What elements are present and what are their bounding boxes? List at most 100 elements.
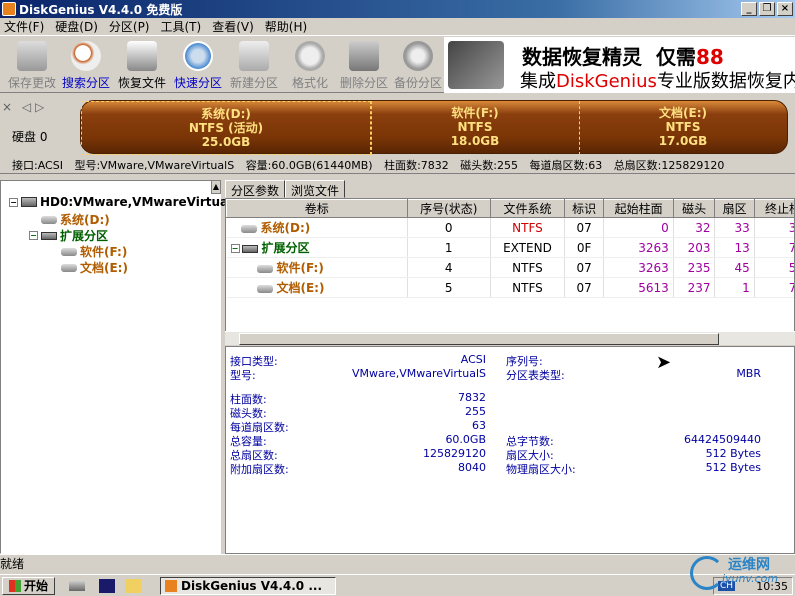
col-start-sector[interactable]: 扇区 — [714, 199, 755, 218]
tree-node-system[interactable]: 系统(D:) — [41, 211, 110, 228]
table-row[interactable]: 系统(D:) 0 NTFS 07 0 32 33 3263 203 — [226, 217, 794, 238]
delete-partition-button[interactable]: 删除分区 — [336, 39, 392, 91]
minimize-button[interactable]: _ — [741, 2, 757, 16]
detail-value: 7832 — [458, 391, 486, 404]
disk-info-line: 接口:ACSI 型号:VMware,VMwareVirtualS 容量:60.0… — [12, 159, 725, 172]
format-button[interactable]: 格式化 — [282, 39, 338, 91]
cell-fs: NTFS — [490, 277, 566, 298]
table-row[interactable]: 软件(F:) 4 NTFS 07 3263 235 45 5613 204 — [226, 257, 794, 278]
detail-value: 63 — [472, 419, 486, 432]
menu-disk[interactable]: 硬盘(D) — [51, 18, 105, 35]
app-icon — [2, 2, 16, 16]
taskbar: 开始 DiskGenius V4.4.0 ... CH 10:35 — [0, 574, 795, 596]
cell-name: 系统(D:) — [226, 217, 408, 238]
tab-partition-params[interactable]: 分区参数 — [225, 180, 286, 198]
menu-file[interactable]: 文件(F) — [0, 18, 51, 35]
cell-start-cyl: 0 — [603, 217, 674, 238]
partition-block-software[interactable]: 软件(F:) NTFS 18.0GB — [371, 101, 579, 155]
window-controls: _ ❐ × — [741, 2, 793, 16]
quick-partition-icon — [183, 41, 213, 71]
cell-fs: NTFS — [490, 257, 566, 278]
recover-icon — [127, 41, 157, 71]
tree-node-disk[interactable]: − HD0:VMware,VMwareVirtualS — [9, 195, 241, 209]
partition-block-documents[interactable]: 文档(E:) NTFS 17.0GB — [579, 101, 787, 155]
table-header-row: 卷标 序号(状态) 文件系统 标识 起始柱面 磁头 扇区 终止柱面 磁头 — [226, 199, 794, 218]
recover-file-button[interactable]: 恢复文件 — [114, 39, 170, 91]
tree-node-software[interactable]: 软件(F:) — [61, 243, 127, 260]
collapse-icon[interactable]: − — [230, 244, 240, 253]
disk-label: 硬盘 0 — [12, 130, 48, 144]
table-row[interactable]: 文档(E:) 5 NTFS 07 5613 237 1 7832 127 — [226, 277, 794, 298]
close-button[interactable]: × — [777, 2, 793, 16]
search-partition-button[interactable]: 搜索分区 — [58, 39, 114, 91]
cell-id: 07 — [564, 277, 605, 298]
partition-table: 卷标 序号(状态) 文件系统 标识 起始柱面 磁头 扇区 终止柱面 磁头 系统(… — [225, 198, 795, 344]
table-horizontal-scrollbar[interactable] — [225, 331, 795, 345]
restore-button[interactable]: ❐ — [759, 2, 775, 16]
close-small-icon[interactable]: × — [2, 100, 12, 114]
search-icon — [71, 41, 101, 71]
tree-scroll-up-icon[interactable]: ▲ — [211, 180, 221, 194]
detail-value: 255 — [465, 405, 486, 418]
menu-partition[interactable]: 分区(P) — [105, 18, 157, 35]
collapse-icon[interactable]: − — [29, 231, 38, 240]
tab-browse-files[interactable]: 浏览文件 — [285, 180, 346, 198]
backup-partition-button[interactable]: 备份分区 — [390, 39, 446, 91]
window-title: DiskGenius V4.4.0 免费版 — [19, 2, 183, 17]
collapse-icon[interactable]: − — [9, 197, 18, 207]
cell-index: 5 — [407, 277, 491, 298]
extended-partition-icon — [41, 231, 57, 240]
diskgenius-window: { "window": {"title": "DiskGenius V4.4.0… — [0, 0, 795, 596]
disk-partition-map[interactable]: 系统(D:) NTFS (活动) 25.0GB 软件(F:) NTFS 18.0… — [80, 100, 788, 155]
detail-value: 512 Bytes — [705, 447, 761, 460]
banner-line2: 集成DiskGenius专业版数据恢复内 — [520, 71, 795, 92]
col-id[interactable]: 标识 — [563, 199, 605, 218]
col-start-head[interactable]: 磁头 — [672, 199, 716, 218]
cell-end-cyl: 7832 — [754, 277, 794, 298]
table-row[interactable]: −扩展分区 1 EXTEND 0F 3263 203 13 7832 127 — [226, 237, 794, 258]
start-button[interactable]: 开始 — [2, 576, 56, 595]
cell-id: 0F — [564, 237, 605, 258]
detail-value: ACSI — [460, 353, 486, 366]
tree-node-documents[interactable]: 文档(E:) — [61, 259, 128, 276]
next-disk-icon[interactable]: ▷ — [35, 100, 44, 114]
partition-icon — [240, 224, 257, 233]
cell-index: 4 — [407, 257, 491, 278]
menu-view[interactable]: 查看(V) — [208, 18, 261, 35]
menu-bar: 文件(F) 硬盘(D) 分区(P) 工具(T) 查看(V) 帮助(H) — [0, 18, 795, 36]
prev-disk-icon[interactable]: ◁ — [22, 100, 31, 114]
col-volume[interactable]: 卷标 — [226, 199, 408, 218]
cell-start-sector: 45 — [714, 257, 755, 278]
quick-partition-button[interactable]: 快速分区 — [170, 39, 226, 91]
quicklaunch-desktop-icon[interactable] — [99, 578, 116, 593]
col-index[interactable]: 序号(状态) — [406, 199, 491, 218]
detail-value: 60.0GB — [445, 433, 486, 446]
cell-start-sector: 13 — [714, 237, 755, 258]
detail-label: 型号: — [230, 369, 256, 382]
tree-node-extended[interactable]: − 扩展分区 — [29, 227, 108, 244]
new-partition-button[interactable]: 新建分区 — [226, 39, 282, 91]
cell-start-cyl: 5613 — [603, 277, 674, 298]
scrollbar-thumb[interactable] — [239, 333, 719, 345]
site-watermark: 运维网 iyunv.com — [688, 552, 795, 592]
promo-banner[interactable]: 数据恢复精灵 仅需88 集成DiskGenius专业版数据恢复内 — [444, 37, 795, 93]
col-start-cyl[interactable]: 起始柱面 — [603, 199, 674, 218]
detail-value: VMware,VMwareVirtualS — [351, 367, 486, 380]
save-button[interactable]: 保存更改 — [4, 39, 60, 91]
detail-value: 512 Bytes — [705, 461, 761, 474]
col-end-cyl[interactable]: 终止柱面 — [753, 199, 794, 218]
right-tabs: 分区参数 浏览文件 — [225, 180, 346, 198]
taskbar-item-diskgenius[interactable]: DiskGenius V4.4.0 ... — [160, 577, 336, 595]
detail-value: 64424509440 — [684, 433, 761, 446]
quicklaunch-folder-icon[interactable] — [125, 578, 142, 593]
menu-help[interactable]: 帮助(H) — [261, 18, 314, 35]
quicklaunch-disk-icon[interactable] — [69, 580, 86, 591]
col-fs[interactable]: 文件系统 — [489, 199, 566, 218]
cell-index: 1 — [407, 237, 491, 258]
partition-block-system[interactable]: 系统(D:) NTFS (活动) 25.0GB — [81, 101, 371, 155]
menu-tools[interactable]: 工具(T) — [157, 18, 209, 35]
cell-end-cyl: 3263 — [754, 217, 794, 238]
detail-label: 分区表类型: — [506, 369, 565, 382]
save-icon — [17, 41, 47, 71]
format-icon — [295, 41, 325, 71]
